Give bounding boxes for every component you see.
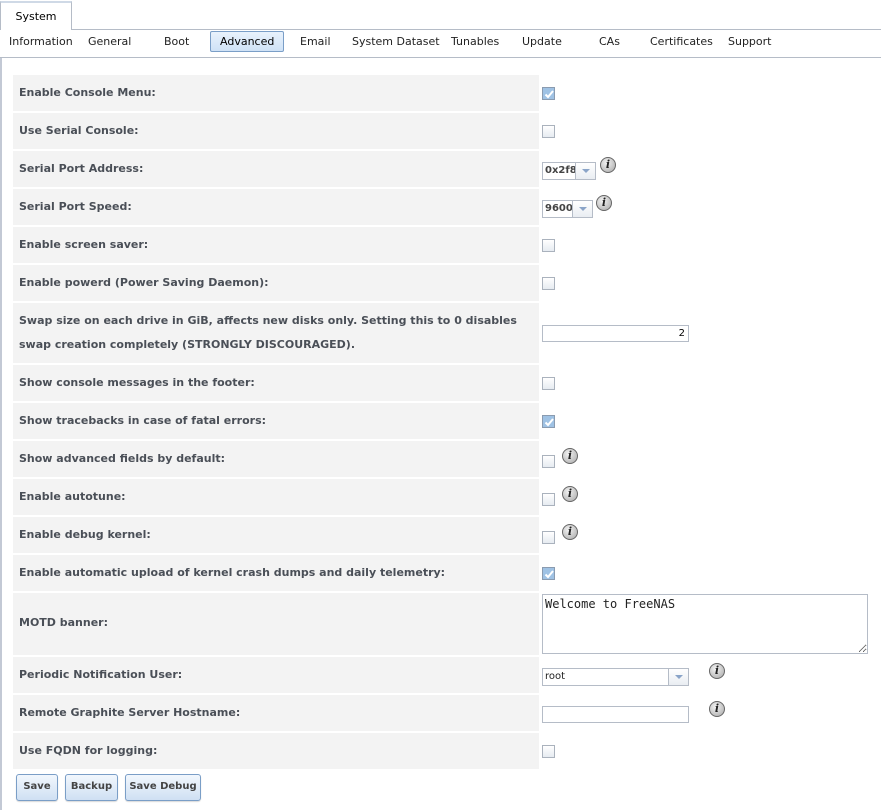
show-tracebacks-label: Show tracebacks in case of fatal errors:	[19, 414, 267, 427]
serial-port-speed-value: 9600	[545, 203, 573, 214]
top-tab-bar: System	[0, 0, 881, 30]
swap-size-label: Swap size on each drive in GiB, affects …	[19, 314, 517, 351]
save-button[interactable]: Save	[16, 774, 58, 801]
periodic-notification-user-label: Periodic Notification User:	[19, 668, 183, 681]
enable-autotune-checkbox[interactable]	[542, 493, 555, 506]
show-advanced-fields-checkbox[interactable]	[542, 455, 555, 468]
checkmark-icon	[544, 90, 554, 99]
checkmark-icon	[544, 570, 554, 579]
show-advanced-fields-label: Show advanced fields by default:	[19, 452, 226, 465]
subtab-certificates[interactable]: Certificates	[650, 29, 713, 57]
row-serial-port-speed: Serial Port Speed: 9600 i	[13, 189, 881, 225]
serial-port-address-select[interactable]: 0x2f8	[542, 162, 596, 180]
row-remote-graphite-hostname: Remote Graphite Server Hostname: i	[13, 695, 881, 731]
backup-button[interactable]: Backup	[65, 774, 118, 801]
tab-system-label: System	[15, 10, 57, 23]
enable-crash-upload-checkbox[interactable]	[542, 567, 555, 580]
show-console-messages-checkbox[interactable]	[542, 377, 555, 390]
info-icon[interactable]: i	[562, 486, 578, 502]
row-enable-console-menu: Enable Console Menu:	[13, 75, 881, 111]
row-serial-port-address: Serial Port Address: 0x2f8 i	[13, 151, 881, 187]
remote-graphite-hostname-input[interactable]	[542, 706, 689, 723]
subtab-tunables[interactable]: Tunables	[451, 29, 499, 57]
subtab-boot[interactable]: Boot	[164, 29, 189, 57]
row-use-serial-console: Use Serial Console:	[13, 113, 881, 149]
enable-console-menu-checkbox[interactable]	[542, 87, 555, 100]
info-icon[interactable]: i	[600, 157, 616, 173]
enable-debug-kernel-label: Enable debug kernel:	[19, 528, 151, 541]
subtab-support[interactable]: Support	[728, 29, 771, 57]
enable-crash-upload-label: Enable automatic upload of kernel crash …	[19, 566, 446, 579]
row-show-tracebacks: Show tracebacks in case of fatal errors:	[13, 403, 881, 439]
info-icon[interactable]: i	[709, 663, 725, 679]
show-tracebacks-checkbox[interactable]	[542, 415, 555, 428]
row-enable-debug-kernel: Enable debug kernel: i	[13, 517, 881, 553]
serial-port-speed-select[interactable]: 9600	[542, 200, 593, 218]
checkmark-icon	[544, 418, 554, 427]
row-motd-banner: MOTD banner: Welcome to FreeNAS	[13, 593, 881, 655]
info-icon[interactable]: i	[562, 448, 578, 464]
info-icon[interactable]: i	[596, 195, 612, 211]
left-border	[0, 58, 2, 810]
use-fqdn-logging-label: Use FQDN for logging:	[19, 744, 158, 757]
row-swap-size: Swap size on each drive in GiB, affects …	[13, 303, 881, 363]
enable-debug-kernel-checkbox[interactable]	[542, 531, 555, 544]
row-enable-powerd: Enable powerd (Power Saving Daemon):	[13, 265, 881, 301]
row-periodic-notification-user: Periodic Notification User: root i	[13, 657, 881, 693]
enable-console-menu-label: Enable Console Menu:	[19, 86, 156, 99]
row-show-console-messages: Show console messages in the footer:	[13, 365, 881, 401]
serial-port-address-value: 0x2f8	[545, 165, 577, 176]
subtab-information[interactable]: Information	[9, 29, 73, 57]
subtab-cas[interactable]: CAs	[599, 29, 620, 57]
show-console-messages-label: Show console messages in the footer:	[19, 376, 255, 389]
subtab-update[interactable]: Update	[522, 29, 562, 57]
chevron-down-icon[interactable]	[572, 201, 592, 217]
periodic-notification-user-value: root	[545, 671, 566, 682]
tab-system[interactable]: System	[0, 1, 72, 29]
enable-screen-saver-label: Enable screen saver:	[19, 238, 149, 251]
save-debug-button[interactable]: Save Debug	[125, 774, 201, 801]
subtab-email[interactable]: Email	[300, 29, 331, 57]
enable-powerd-checkbox[interactable]	[542, 277, 555, 290]
row-enable-autotune: Enable autotune: i	[13, 479, 881, 515]
subtab-bar: Information General Boot Advanced Email …	[0, 29, 881, 58]
row-show-advanced-fields: Show advanced fields by default: i	[13, 441, 881, 477]
enable-powerd-label: Enable powerd (Power Saving Daemon):	[19, 276, 269, 289]
chevron-down-icon[interactable]	[668, 669, 688, 685]
motd-banner-textarea[interactable]: Welcome to FreeNAS	[542, 594, 868, 654]
subtab-advanced[interactable]: Advanced	[210, 31, 285, 52]
use-serial-console-label: Use Serial Console:	[19, 124, 139, 137]
remote-graphite-hostname-label: Remote Graphite Server Hostname:	[19, 706, 241, 719]
enable-autotune-label: Enable autotune:	[19, 490, 126, 503]
use-serial-console-checkbox[interactable]	[542, 125, 555, 138]
serial-port-speed-label: Serial Port Speed:	[19, 200, 132, 213]
info-icon[interactable]: i	[562, 524, 578, 540]
subtab-general[interactable]: General	[88, 29, 131, 57]
row-enable-crash-upload: Enable automatic upload of kernel crash …	[13, 555, 881, 591]
enable-screen-saver-checkbox[interactable]	[542, 239, 555, 252]
row-use-fqdn-logging: Use FQDN for logging:	[13, 733, 881, 769]
swap-size-input[interactable]	[542, 325, 689, 342]
chevron-down-icon[interactable]	[575, 163, 595, 179]
use-fqdn-logging-checkbox[interactable]	[542, 745, 555, 758]
motd-banner-label: MOTD banner:	[19, 616, 109, 629]
subtab-system-dataset[interactable]: System Dataset	[352, 29, 440, 57]
periodic-notification-user-select[interactable]: root	[542, 668, 689, 686]
serial-port-address-label: Serial Port Address:	[19, 162, 144, 175]
row-enable-screen-saver: Enable screen saver:	[13, 227, 881, 263]
info-icon[interactable]: i	[709, 701, 725, 717]
